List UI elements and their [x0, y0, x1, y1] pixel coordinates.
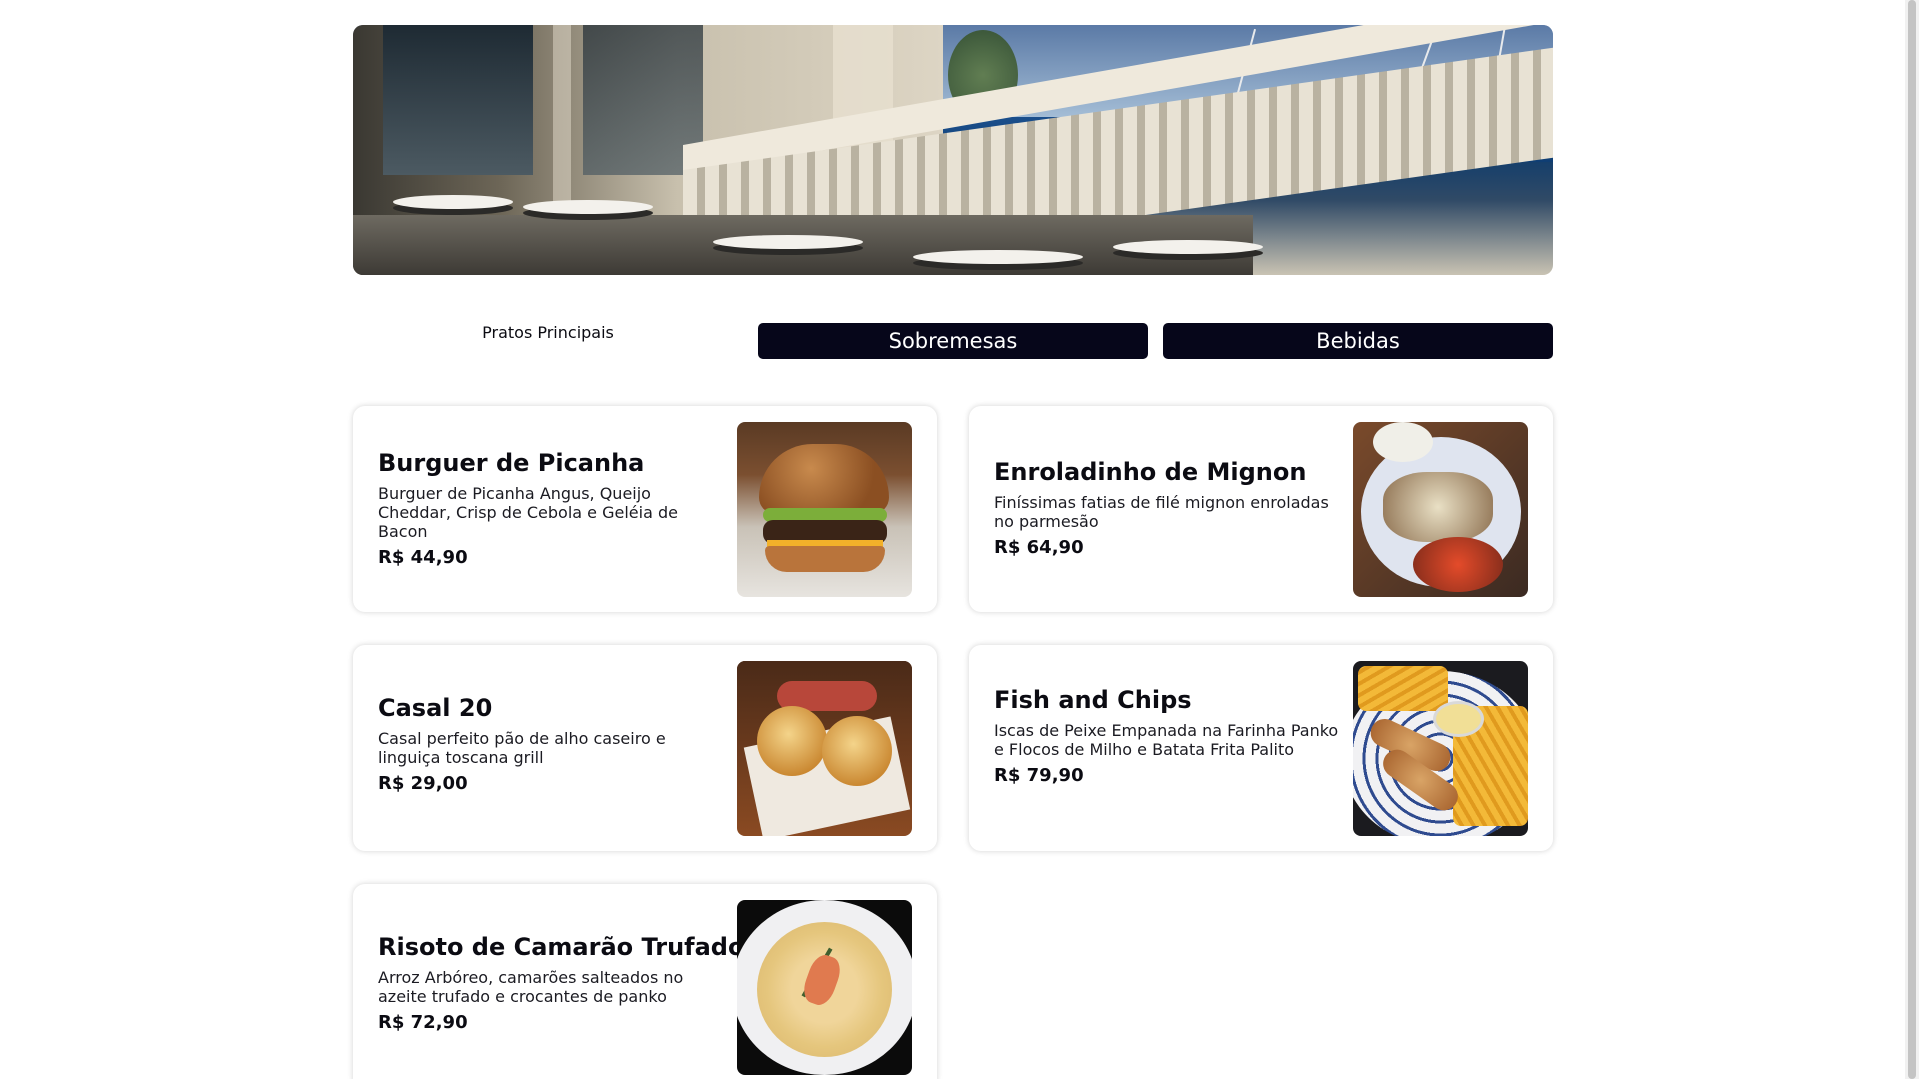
menu-item-price: R$ 44,90: [378, 547, 468, 568]
menu-card-text: Fish and Chips Iscas de Peixe Empanada n…: [994, 685, 1339, 787]
mignon-photo: [1353, 422, 1528, 597]
scrollbar-thumb[interactable]: [1908, 0, 1916, 1079]
menu-item-title: Enroladinho de Mignon: [994, 458, 1307, 486]
risoto-photo: [737, 900, 912, 1075]
menu-card-text: Enroladinho de Mignon Finíssimas fatias …: [994, 457, 1339, 559]
main-container: Pratos Principais Sobremesas Bebidas Bur…: [353, 25, 1553, 1079]
hero-banner-image: [353, 25, 1553, 275]
menu-item-description: Arroz Arbóreo, camarões salteados no aze…: [378, 968, 684, 1006]
menu-item-price: R$ 29,00: [378, 773, 468, 794]
menu-card-text: Burguer de Picanha Burguer de Picanha An…: [378, 448, 723, 569]
tab-desserts[interactable]: Sobremesas: [758, 323, 1148, 359]
menu-card[interactable]: Casal 20 Casal perfeito pão de alho case…: [353, 645, 937, 851]
menu-card[interactable]: Enroladinho de Mignon Finíssimas fatias …: [969, 406, 1553, 612]
menu-card-text: Casal 20 Casal perfeito pão de alho case…: [378, 693, 723, 795]
menu-item-title: Fish and Chips: [994, 686, 1192, 714]
burger-photo: [737, 422, 912, 597]
menu-item-title: Burguer de Picanha: [378, 449, 645, 477]
page: Pratos Principais Sobremesas Bebidas Bur…: [0, 0, 1919, 1079]
menu-card[interactable]: Fish and Chips Iscas de Peixe Empanada n…: [969, 645, 1553, 851]
menu-item-description: Burguer de Picanha Angus, Queijo Cheddar…: [378, 484, 678, 541]
menu-item-description: Iscas de Peixe Empanada na Farinha Panko…: [994, 721, 1339, 759]
tab-main-dishes[interactable]: Pratos Principais: [353, 323, 743, 359]
menu-item-price: R$ 64,90: [994, 537, 1084, 558]
menu-item-title: Risoto de Camarão Trufado: [378, 933, 745, 961]
menu-card-text: Risoto de Camarão Trufado Arroz Arbóreo,…: [378, 932, 745, 1034]
menu-card[interactable]: Burguer de Picanha Burguer de Picanha An…: [353, 406, 937, 612]
menu-item-price: R$ 72,90: [378, 1012, 468, 1033]
menu-item-description: Casal perfeito pão de alho caseiro e lin…: [378, 729, 666, 767]
casal-20-photo: [737, 661, 912, 836]
tab-drinks[interactable]: Bebidas: [1163, 323, 1553, 359]
fish-and-chips-photo: [1353, 661, 1528, 836]
scrollbar-track[interactable]: [1905, 0, 1919, 1079]
category-tabs: Pratos Principais Sobremesas Bebidas: [353, 323, 1553, 361]
menu-item-price: R$ 79,90: [994, 765, 1084, 786]
menu-item-title: Casal 20: [378, 694, 493, 722]
menu-card[interactable]: Risoto de Camarão Trufado Arroz Arbóreo,…: [353, 884, 937, 1079]
menu-item-description: Finíssimas fatias de filé mignon enrolad…: [994, 493, 1329, 531]
